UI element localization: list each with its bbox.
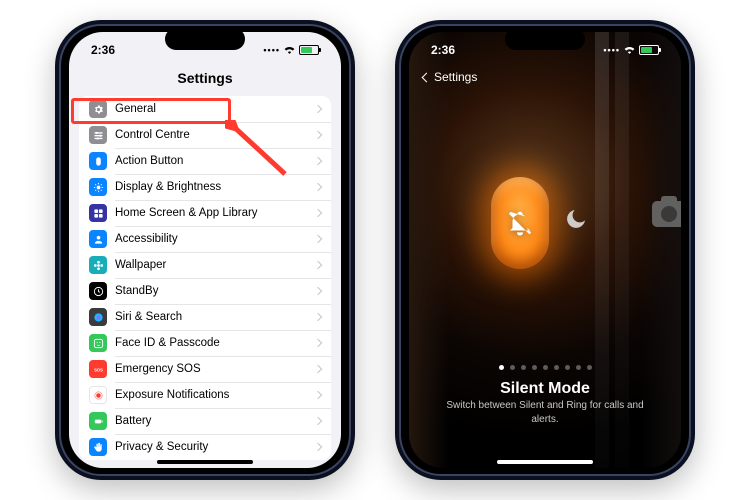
chevron-right-icon [314, 443, 322, 451]
page-dot [576, 365, 581, 370]
settings-row-sos[interactable]: SOS Emergency SOS [79, 356, 331, 382]
settings-row-label: Exposure Notifications [115, 389, 315, 401]
screen-action-button: 2:36 •••• Settings Silent Mode Switch be… [409, 32, 681, 468]
battery-icon [89, 412, 107, 430]
page-dot [532, 365, 537, 370]
home-indicator[interactable] [497, 460, 593, 464]
action-icon [89, 152, 107, 170]
settings-row-home-screen[interactable]: Home Screen & App Library [79, 200, 331, 226]
settings-list[interactable]: General Control Centre Action Button Displa… [79, 96, 331, 468]
status-indicators: •••• [263, 43, 319, 57]
settings-row-siri[interactable]: Siri & Search [79, 304, 331, 330]
clock-icon [89, 282, 107, 300]
settings-row-label: Accessibility [115, 233, 315, 245]
settings-row-standby[interactable]: StandBy [79, 278, 331, 304]
settings-group: General Control Centre Action Button Displa… [79, 96, 331, 460]
settings-row-action-button[interactable]: Action Button [79, 148, 331, 174]
chevron-right-icon [314, 313, 322, 321]
settings-row-wallpaper[interactable]: Wallpaper [79, 252, 331, 278]
mode-title: Silent Mode [409, 380, 681, 398]
chevron-right-icon [314, 105, 322, 113]
screen-settings: 2:36 •••• Settings General Control Centre… [69, 32, 341, 468]
siri-icon [89, 308, 107, 326]
settings-row-label: Face ID & Passcode [115, 337, 315, 349]
settings-row-label: Emergency SOS [115, 363, 315, 375]
battery-icon [639, 45, 659, 55]
page-dot [521, 365, 526, 370]
chevron-right-icon [314, 339, 322, 347]
page-dot [565, 365, 570, 370]
face-icon [89, 334, 107, 352]
sliders-icon [89, 126, 107, 144]
chevron-right-icon [314, 287, 322, 295]
chevron-right-icon [314, 365, 322, 373]
chevron-right-icon [314, 157, 322, 165]
cellular-dots-icon: •••• [603, 45, 620, 55]
settings-row-general[interactable]: General [79, 96, 331, 122]
moon-icon [564, 207, 588, 231]
camera-icon [652, 201, 681, 227]
settings-row-faceid[interactable]: Face ID & Passcode [79, 330, 331, 356]
exposure-icon [89, 386, 107, 404]
wifi-icon [623, 43, 636, 57]
gear-icon [89, 100, 107, 118]
dynamic-island [505, 28, 585, 50]
settings-row-label: Display & Brightness [115, 181, 315, 193]
settings-row-label: Home Screen & App Library [115, 207, 315, 219]
settings-row-display[interactable]: Display & Brightness [79, 174, 331, 200]
sun-icon [89, 178, 107, 196]
mode-peek-focus[interactable] [564, 207, 588, 231]
wifi-icon [283, 43, 296, 57]
settings-row-label: StandBy [115, 285, 315, 297]
chevron-right-icon [314, 183, 322, 191]
page-dot [543, 365, 548, 370]
page-dot [587, 365, 592, 370]
page-dot [499, 365, 504, 370]
settings-row-label: Privacy & Security [115, 441, 315, 453]
status-time: 2:36 [431, 43, 455, 57]
settings-row-label: Action Button [115, 155, 315, 167]
chevron-right-icon [314, 209, 322, 217]
chevron-left-icon [422, 72, 432, 82]
chevron-right-icon [314, 235, 322, 243]
svg-text:SOS: SOS [94, 367, 103, 372]
status-time: 2:36 [91, 43, 115, 57]
action-button-preview[interactable] [491, 177, 549, 269]
page-dot [554, 365, 559, 370]
settings-row-accessibility[interactable]: Accessibility [79, 226, 331, 252]
chevron-right-icon [314, 261, 322, 269]
phone-left-settings: 2:36 •••• Settings General Control Centre… [55, 20, 355, 480]
chevron-right-icon [314, 391, 322, 399]
chevron-right-icon [314, 131, 322, 139]
bell-slash-icon [505, 208, 535, 238]
page-indicator[interactable] [409, 365, 681, 370]
settings-row-label: Battery [115, 415, 315, 427]
sos-icon: SOS [89, 360, 107, 378]
back-label: Settings [434, 70, 477, 84]
settings-row-label: General [115, 103, 315, 115]
settings-row-control-centre[interactable]: Control Centre [79, 122, 331, 148]
page-title: Settings [69, 70, 341, 86]
chevron-right-icon [314, 417, 322, 425]
person-icon [89, 230, 107, 248]
settings-row-label: Control Centre [115, 129, 315, 141]
phone-right-action-button: 2:36 •••• Settings Silent Mode Switch be… [395, 20, 695, 480]
settings-row-battery[interactable]: Battery [79, 408, 331, 434]
settings-row-exposure[interactable]: Exposure Notifications [79, 382, 331, 408]
settings-row-label: Wallpaper [115, 259, 315, 271]
home-indicator[interactable] [157, 460, 253, 464]
dynamic-island [165, 28, 245, 50]
mode-peek-camera[interactable] [647, 192, 681, 236]
page-dot [510, 365, 515, 370]
flower-icon [89, 256, 107, 274]
mode-subtitle: Switch between Silent and Ring for calls… [439, 399, 651, 426]
settings-row-label: Siri & Search [115, 311, 315, 323]
hand-icon [89, 438, 107, 456]
grid-icon [89, 204, 107, 222]
cellular-dots-icon: •••• [263, 45, 280, 55]
back-button[interactable]: Settings [423, 70, 477, 84]
status-indicators: •••• [603, 43, 659, 57]
settings-row-privacy[interactable]: Privacy & Security [79, 434, 331, 460]
battery-icon [299, 45, 319, 55]
